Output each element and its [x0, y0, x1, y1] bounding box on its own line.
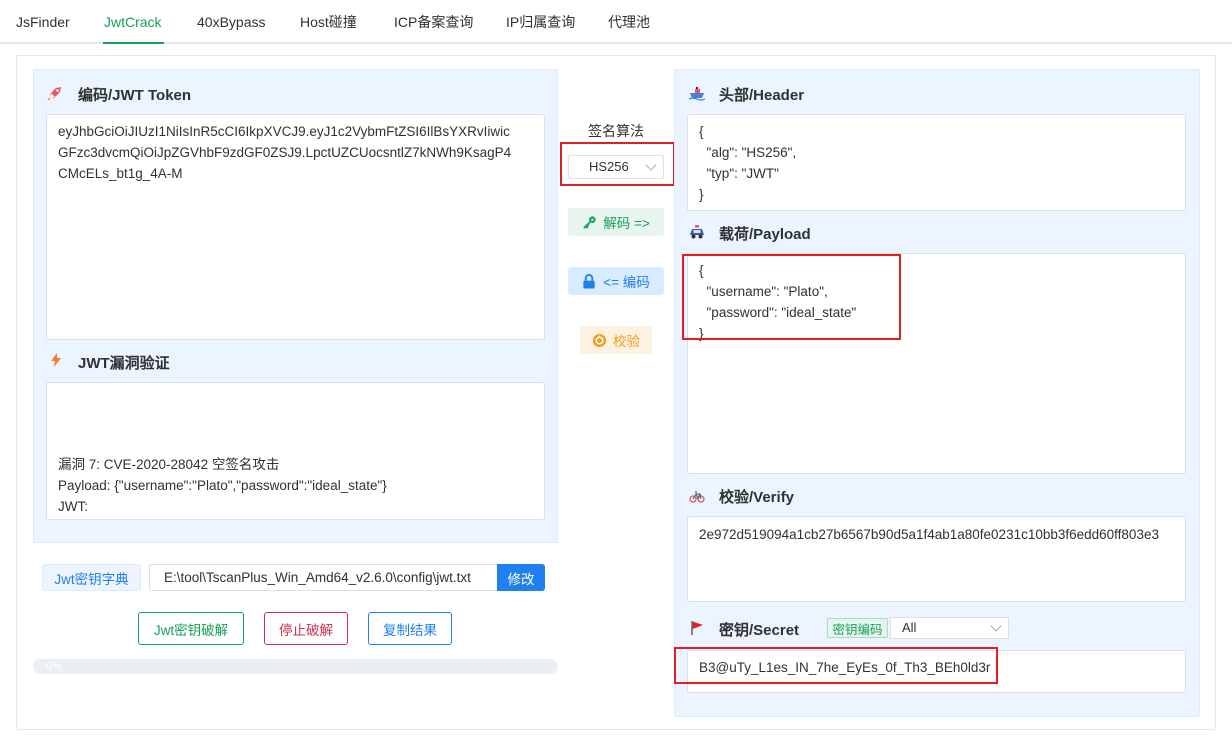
- ship-icon: [689, 87, 705, 101]
- tab-host-collision[interactable]: Host碰撞: [300, 0, 357, 44]
- header-section-title: 头部/Header: [719, 87, 805, 104]
- top-tab-bar: JsFinder JwtCrack 40xBypass Host碰撞 ICP备案…: [0, 0, 1232, 44]
- vuln-result-text: 漏洞 7: CVE-2020-28042 空签名攻击 Payload: {"us…: [58, 457, 387, 514]
- payload-section-title: 载荷/Payload: [719, 226, 811, 243]
- key-icon: [583, 215, 596, 229]
- car-icon: [690, 225, 704, 239]
- encode-button-label: <= 编码: [603, 275, 650, 290]
- chevron-down-icon: [990, 620, 1002, 632]
- tab-ip-query[interactable]: IP归属查询: [506, 0, 575, 44]
- progress-text: 0%: [46, 660, 62, 672]
- secret-key-input[interactable]: B3@uTy_L1es_IN_7he_EyEs_0f_Th3_BEh0ld3r: [687, 650, 1186, 693]
- secret-encoding-select[interactable]: All: [890, 617, 1009, 639]
- vuln-section-title: JWT漏洞验证: [78, 355, 170, 372]
- header-json-textarea[interactable]: { "alg": "HS256", "typ": "JWT" }: [687, 114, 1186, 211]
- lightning-icon: [51, 353, 61, 367]
- verify-section-title: 校验/Verify: [719, 489, 795, 506]
- copy-result-button[interactable]: 复制结果: [368, 612, 452, 645]
- flag-icon: [691, 621, 703, 635]
- tab-40xbypass[interactable]: 40xBypass: [197, 0, 265, 44]
- scrolled-text-fragment: [97, 383, 217, 384]
- algorithm-select[interactable]: HS256: [568, 155, 664, 179]
- stop-crack-button[interactable]: 停止破解: [264, 612, 348, 645]
- modify-dict-button[interactable]: 修改: [497, 564, 545, 591]
- crack-progress-bar: 0%: [33, 659, 558, 674]
- rocket-icon: [47, 87, 61, 101]
- encode-section-title: 编码/JWT Token: [78, 87, 192, 104]
- tab-icp-query[interactable]: ICP备案查询: [394, 0, 473, 44]
- jwt-dict-label: Jwt密钥字典: [42, 564, 141, 591]
- jwt-token-textarea[interactable]: eyJhbGciOiJIUzI1NiIsInR5cCI6IkpXVCJ9.eyJ…: [46, 114, 545, 340]
- encode-button[interactable]: <= 编码: [568, 267, 664, 295]
- verify-icon: [592, 333, 607, 347]
- active-tab-indicator: [103, 42, 164, 44]
- tab-jwtcrack[interactable]: JwtCrack: [104, 0, 162, 44]
- secret-encoding-value: All: [902, 620, 917, 635]
- algorithm-select-value: HS256: [589, 159, 629, 174]
- chevron-down-icon: [645, 159, 657, 171]
- secret-section-title: 密钥/Secret: [719, 622, 800, 639]
- verify-signature-textarea[interactable]: 2e972d519094a1cb27b6567b90d5a1f4ab1a80fe…: [687, 516, 1186, 602]
- vuln-result-textarea[interactable]: 漏洞 7: CVE-2020-28042 空签名攻击 Payload: {"us…: [46, 382, 545, 520]
- verify-button-label: 校验: [613, 334, 640, 349]
- lock-icon: [583, 273, 595, 289]
- payload-json-textarea[interactable]: { "username": "Plato", "password": "idea…: [687, 253, 1186, 474]
- decode-button[interactable]: 解码 =>: [568, 208, 664, 236]
- secret-encoding-label: 密钥编码: [827, 618, 888, 638]
- jwt-crack-button[interactable]: Jwt密钥破解: [138, 612, 244, 645]
- signing-algorithm-label: 签名算法: [588, 123, 644, 139]
- tab-jsfinder[interactable]: JsFinder: [16, 0, 70, 44]
- tab-proxy-pool[interactable]: 代理池: [608, 0, 650, 44]
- decode-button-label: 解码 =>: [603, 216, 650, 231]
- dict-path-input[interactable]: E:\tool\TscanPlus_Win_Amd64_v2.6.0\confi…: [149, 564, 499, 591]
- bicycle-icon: [689, 491, 705, 503]
- verify-button[interactable]: 校验: [580, 326, 652, 354]
